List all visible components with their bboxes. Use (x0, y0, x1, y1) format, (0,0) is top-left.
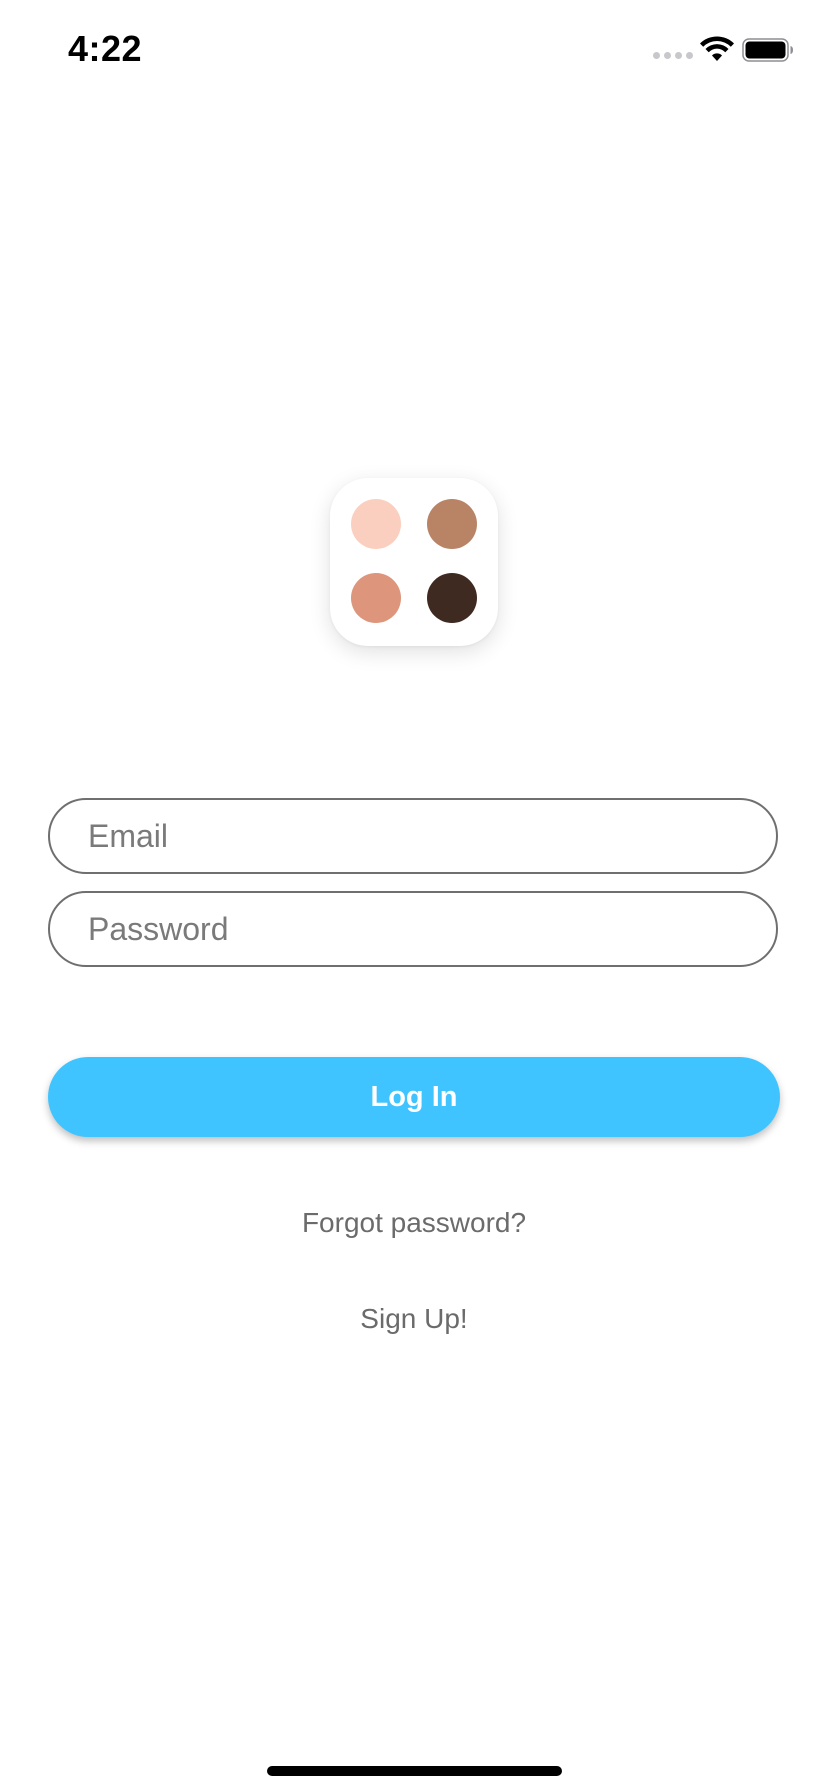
status-bar: 4:22 (0, 0, 828, 100)
password-input[interactable] (88, 893, 738, 965)
status-time: 4:22 (68, 28, 143, 69)
forgot-password-link[interactable]: Forgot password? (0, 1207, 828, 1239)
skin-swatch-dark (427, 573, 477, 623)
battery-full-icon (742, 38, 793, 62)
skin-swatch-medium (351, 573, 401, 623)
cellular-signal-dots-icon (653, 52, 693, 59)
home-indicator[interactable] (267, 1766, 562, 1776)
email-field[interactable] (48, 798, 778, 874)
sign-up-link[interactable]: Sign Up! (0, 1303, 828, 1335)
email-input[interactable] (88, 800, 738, 872)
skin-swatch-light (351, 499, 401, 549)
skin-swatch-tan (427, 499, 477, 549)
app-logo (330, 478, 498, 646)
login-screen: 4:22 Log In Forgot password? Sign Up! (0, 0, 828, 1792)
password-field[interactable] (48, 891, 778, 967)
login-button[interactable]: Log In (48, 1057, 780, 1137)
wifi-icon (700, 36, 734, 61)
